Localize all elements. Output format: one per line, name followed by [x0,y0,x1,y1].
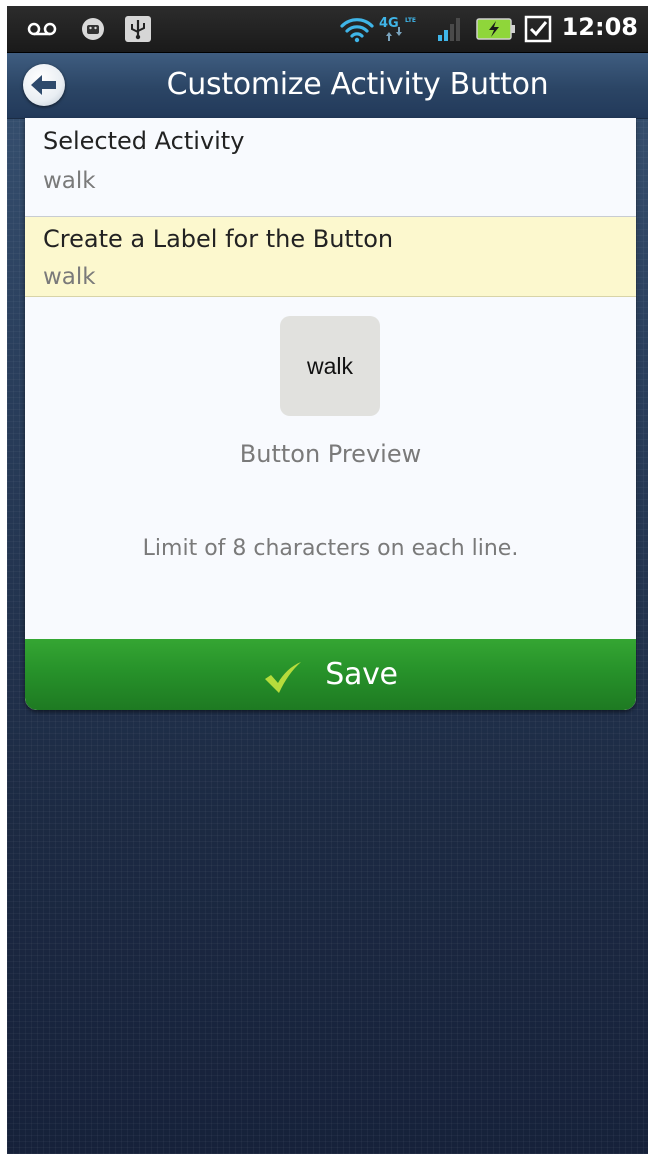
back-button[interactable] [23,64,65,106]
status-bar: 4G LTE 12:08 [7,6,648,53]
signal-icon [437,14,463,44]
title-bar: Customize Activity Button [7,53,648,119]
content-panel: Selected Activity walk Create a Label fo… [25,118,636,710]
wifi-icon [339,14,375,44]
voicemail-icon [25,14,59,44]
button-label-row[interactable]: Create a Label for the Button walk [25,217,636,297]
character-limit-note: Limit of 8 characters on each line. [142,536,519,561]
save-button-label: Save [325,657,398,692]
4g-lte-icon: 4G LTE [377,14,421,44]
svg-text:LTE: LTE [405,17,416,24]
back-arrow-icon [31,75,56,95]
battery-charging-icon [475,14,517,44]
selected-activity-value: walk [43,168,96,194]
svg-text:4G: 4G [379,16,399,31]
task-check-icon [523,14,553,44]
android-debug-icon [78,14,108,44]
status-clock: 12:08 [561,13,638,41]
page-title: Customize Activity Button [166,67,549,102]
save-button[interactable]: Save [25,639,636,710]
app-screen: 4G LTE 12:08 Customize Activity Button S… [7,6,648,1154]
button-label-title: Create a Label for the Button [43,225,394,253]
button-label-value: walk [43,264,96,290]
selected-activity-label: Selected Activity [43,127,245,155]
button-preview-caption: Button Preview [239,440,422,468]
checkmark-icon [265,661,302,693]
usb-icon [123,14,153,44]
button-preview-tile: walk [280,316,380,416]
selected-activity-row[interactable]: Selected Activity walk [25,118,636,217]
